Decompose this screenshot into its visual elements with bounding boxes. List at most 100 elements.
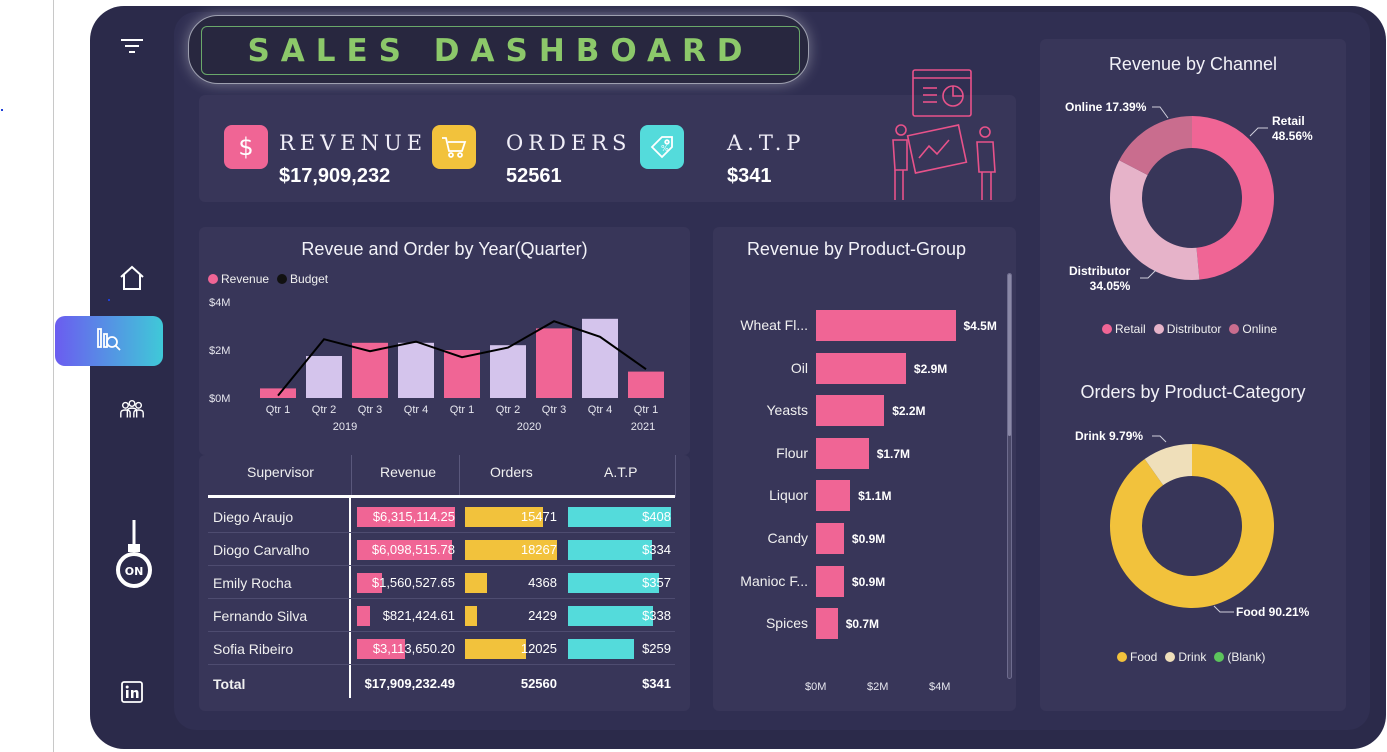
orders-cell: 18267 (520, 542, 557, 557)
channel-legend: Retail Distributor Online (1102, 322, 1277, 336)
legend-blank[interactable]: (Blank) (1214, 650, 1265, 664)
scrollbar-thumb[interactable] (1008, 274, 1011, 436)
atp-cell: $408 (642, 509, 671, 524)
quarter-tick-label: Qtr 3 (358, 404, 382, 416)
stray-dot (1, 109, 3, 111)
legend-food[interactable]: Food (1117, 650, 1157, 664)
revenue-cell: $6,098,515.78 (371, 542, 455, 557)
atp-value: $341 (727, 165, 772, 187)
svg-text:ON: ON (125, 565, 144, 578)
quarter-tick-label: Qtr 2 (312, 404, 336, 416)
x-tick-label: $2M (867, 681, 889, 693)
product-bar[interactable] (816, 480, 851, 512)
quarter-tick-label: Qtr 1 (634, 404, 658, 416)
supervisor-name: Emily Rocha (213, 575, 292, 591)
header-revenue[interactable]: Revenue (380, 464, 436, 480)
quarter-chart-plot: $4M $2M $0M Qtr 1 Qtr 2 Qtr 3 Qtr 4 Qtr 1 Qtr 2 Q… (209, 297, 664, 433)
category-leader-lines (1152, 435, 1234, 613)
analytics-icon (95, 325, 123, 358)
page-title: SALES DASHBOARD (247, 32, 754, 69)
total-revenue: $17,909,232.49 (364, 676, 455, 691)
year-label: 2019 (333, 421, 357, 433)
analytics-nav-button[interactable] (55, 316, 163, 366)
orders-value: 52561 (506, 165, 562, 187)
team-icon[interactable] (118, 396, 146, 424)
quarter-tick-label: Qtr 1 (266, 404, 290, 416)
dollar-icon: $ (224, 125, 268, 169)
quarter-tick-label: Qtr 1 (450, 404, 474, 416)
revenue-cell: $3,113,650.20 (372, 641, 455, 656)
orders-label: ORDERS (506, 131, 632, 155)
product-bar[interactable] (816, 352, 906, 384)
product-value-label: $4.5M (963, 319, 997, 333)
product-group-label: Spices (765, 615, 808, 632)
revenue-bar (398, 342, 434, 398)
quarter-chart-card: Reveue and Order by Year(Quarter) Revenu… (199, 227, 690, 455)
svg-text:%: % (661, 144, 669, 153)
header-atp[interactable]: A.T.P (604, 464, 637, 480)
product-bar[interactable] (816, 310, 956, 341)
atp-cell: $357 (642, 575, 671, 590)
x-tick-label: $0M (805, 681, 827, 693)
header-divider (351, 455, 352, 497)
quarter-tick-label: Qtr 4 (588, 404, 612, 416)
product-value-label: $0.9M (851, 532, 886, 546)
revenue-bar (306, 356, 342, 398)
price-tag-icon: % (640, 125, 684, 169)
atp-cell: $334 (642, 542, 671, 557)
scrollbar[interactable] (1007, 273, 1012, 679)
revenue-bar (490, 345, 526, 398)
product-group-label: Manioc F... (740, 572, 808, 589)
supervisor-name: Fernando Silva (213, 608, 308, 624)
y-tick-label: $4M (209, 297, 230, 309)
product-value-label: $0.9M (851, 574, 886, 589)
header-orders[interactable]: Orders (490, 464, 533, 480)
linkedin-icon[interactable] (118, 678, 146, 706)
product-chart-card: Revenue by Product-Group (713, 227, 1016, 711)
orders-cell: 4368 (528, 575, 557, 590)
revenue-bar (260, 388, 296, 398)
channel-chart-title: Revenue by Channel (1108, 54, 1278, 74)
product-value-label: $1.7M (876, 446, 911, 461)
legend-drink[interactable]: Drink (1165, 650, 1206, 664)
legend-online[interactable]: Online (1229, 322, 1277, 336)
home-icon[interactable] (118, 264, 146, 292)
product-group-label: Wheat Fl... (740, 317, 808, 333)
revenue-bar (628, 371, 664, 398)
product-chart-title: Revenue by Product-Group (746, 239, 967, 259)
legend-retail[interactable]: Retail (1102, 322, 1146, 336)
product-value-label: $2.9M (913, 361, 948, 376)
atp-cell: $259 (642, 641, 671, 656)
product-bar[interactable] (816, 395, 885, 427)
x-tick-label: $4M (929, 681, 951, 693)
cart-icon (432, 125, 476, 169)
legend-distributor[interactable]: Distributor (1153, 322, 1221, 336)
channel-leader-lines (1140, 106, 1268, 279)
supervisor-name: Diego Araujo (213, 509, 294, 525)
total-orders: 52560 (520, 676, 557, 691)
quarter-tick-label: Qtr 2 (496, 404, 520, 416)
revenue-cell: $6,315,114.25 (372, 509, 455, 524)
product-bar[interactable] (816, 523, 844, 554)
header-supervisor[interactable]: Supervisor (247, 464, 314, 480)
total-atp: $341 (642, 676, 671, 691)
year-label: 2021 (631, 421, 655, 433)
orders-cell: 2429 (528, 608, 557, 623)
stray-dot (108, 299, 110, 301)
product-bar[interactable] (816, 565, 844, 597)
product-group-label: Flour (776, 444, 808, 461)
product-bar[interactable] (816, 437, 869, 469)
revenue-value: $17,909,232 (279, 165, 391, 187)
bulb-on-icon[interactable]: ON (112, 518, 156, 594)
filter-icon[interactable] (118, 32, 146, 60)
product-group-label: Yeasts (766, 402, 808, 419)
page-edge (53, 0, 54, 752)
y-tick-label: $0M (209, 393, 230, 405)
revenue-bar (582, 318, 618, 398)
title-banner: SALES DASHBOARD (188, 15, 809, 84)
product-bar[interactable] (816, 608, 838, 640)
header-divider (459, 455, 460, 497)
revenue-label: REVENUE (279, 131, 428, 155)
revenue-bar (536, 328, 572, 398)
orders-cell: 12025 (520, 641, 557, 656)
